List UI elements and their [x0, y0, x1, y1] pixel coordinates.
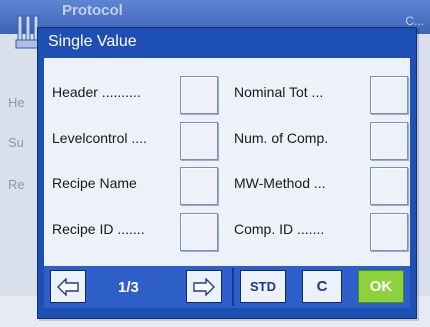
- checkbox-num-of-comp[interactable]: [370, 122, 408, 160]
- dialog-title: Single Value: [48, 33, 137, 50]
- option-nominal-tot[interactable]: Nominal Tot ...: [44, 74, 410, 114]
- arrow-left-icon: [57, 277, 79, 296]
- arrow-right-icon: [193, 277, 215, 296]
- nav-separator: [232, 268, 234, 306]
- background-row: Re: [8, 177, 25, 192]
- dialog-nav-bar: 1/3 STD C OK: [44, 266, 410, 308]
- ok-button[interactable]: OK: [358, 270, 404, 303]
- option-label: Num. of Comp.: [234, 130, 329, 146]
- page-indicator: 1/3: [118, 279, 139, 296]
- std-button[interactable]: STD: [240, 270, 286, 303]
- background-title-right: C...: [405, 14, 424, 28]
- background-row: He: [8, 95, 25, 110]
- option-label: Comp. ID .......: [234, 221, 325, 237]
- background-row: Su: [8, 135, 24, 150]
- clear-button[interactable]: C: [302, 270, 342, 303]
- option-label: Nominal Tot ...: [234, 84, 324, 100]
- dialog-body: Header .......... Levelcontrol .... Reci…: [44, 58, 410, 308]
- checkbox-nominal-tot[interactable]: [370, 76, 408, 114]
- option-comp-id[interactable]: Comp. ID .......: [44, 211, 410, 251]
- option-mw-method[interactable]: MW-Method ...: [44, 165, 410, 205]
- option-num-of-comp[interactable]: Num. of Comp.: [44, 120, 410, 160]
- option-label: MW-Method ...: [234, 175, 326, 191]
- background-title: Protocol: [62, 2, 123, 19]
- checkbox-comp-id[interactable]: [370, 213, 408, 251]
- checkbox-mw-method[interactable]: [370, 167, 408, 205]
- next-page-button[interactable]: [186, 270, 222, 303]
- single-value-dialog: Single Value Header .......... Levelcont…: [37, 27, 417, 319]
- previous-page-button[interactable]: [50, 270, 86, 303]
